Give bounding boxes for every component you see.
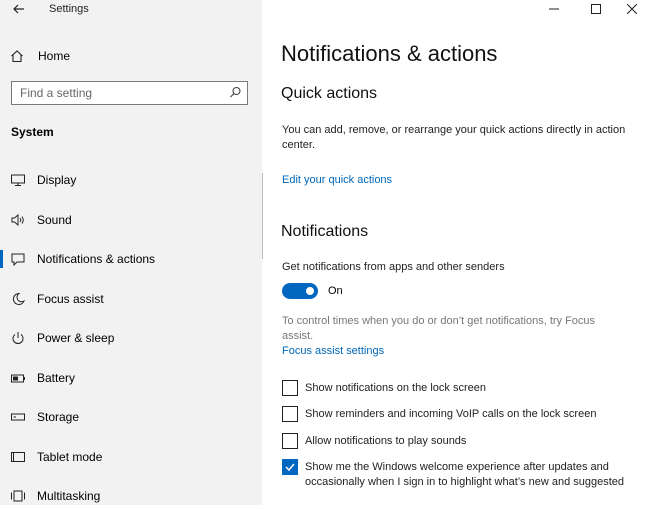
maximize-icon bbox=[591, 4, 601, 14]
close-button[interactable] bbox=[614, 0, 650, 18]
tablet-icon bbox=[11, 452, 25, 462]
scrollbar[interactable] bbox=[262, 173, 263, 259]
sidebar-item-battery[interactable]: Battery bbox=[0, 365, 262, 391]
battery-icon bbox=[11, 374, 25, 383]
page-title: Notifications & actions bbox=[281, 41, 498, 66]
sidebar-item-power-sleep[interactable]: Power & sleep bbox=[0, 325, 262, 351]
sidebar-item-label: Display bbox=[37, 173, 77, 187]
sound-icon bbox=[11, 213, 24, 227]
checkbox-label: Allow notifications to play sounds bbox=[305, 435, 467, 447]
main-content: Notifications & actions Quick actions Yo… bbox=[262, 0, 650, 505]
toggle-state-label: On bbox=[328, 285, 343, 297]
checkbox[interactable] bbox=[282, 459, 298, 475]
sidebar-item-label: Multitasking bbox=[37, 489, 101, 503]
focus-assist-hint: To control times when you do or don’t ge… bbox=[282, 315, 596, 342]
back-button[interactable] bbox=[10, 0, 30, 18]
checkmark-icon bbox=[285, 463, 295, 472]
checkbox[interactable] bbox=[282, 406, 298, 422]
search-icon[interactable] bbox=[229, 86, 242, 99]
sidebar: Settings Home System Display Sound Not bbox=[0, 0, 262, 505]
home-icon bbox=[11, 50, 23, 63]
notifications-toggle-label: Get notifications from apps and other se… bbox=[282, 261, 505, 273]
sidebar-item-label: Storage bbox=[37, 410, 80, 424]
sidebar-item-label: Tablet mode bbox=[37, 450, 103, 464]
search-input[interactable] bbox=[20, 85, 220, 100]
quick-actions-description: You can add, remove, or rearrange your q… bbox=[282, 124, 626, 151]
focus-assist-settings-link[interactable]: Focus assist settings bbox=[282, 345, 384, 357]
sidebar-item-label: Notifications & actions bbox=[37, 252, 156, 266]
checkbox-label: Show reminders and incoming VoIP calls o… bbox=[305, 408, 597, 420]
close-icon bbox=[627, 4, 637, 14]
toggle-knob bbox=[306, 287, 314, 295]
sidebar-item-sound[interactable]: Sound bbox=[0, 207, 262, 233]
display-icon bbox=[11, 174, 25, 186]
storage-icon bbox=[11, 413, 25, 421]
maximize-button[interactable] bbox=[578, 0, 614, 18]
sidebar-item-notifications[interactable]: Notifications & actions bbox=[0, 246, 262, 272]
notifications-heading: Notifications bbox=[281, 223, 369, 240]
home-label: Home bbox=[38, 49, 71, 63]
multitasking-icon bbox=[11, 490, 25, 502]
search-box[interactable] bbox=[11, 81, 248, 105]
moon-icon bbox=[12, 292, 26, 305]
arrow-left-icon bbox=[13, 4, 24, 14]
sidebar-item-display[interactable]: Display bbox=[0, 167, 262, 193]
sidebar-item-label: Focus assist bbox=[37, 292, 104, 306]
notifications-toggle[interactable] bbox=[282, 283, 318, 299]
checkbox[interactable] bbox=[282, 433, 298, 449]
quick-actions-heading: Quick actions bbox=[281, 85, 378, 102]
sidebar-item-label: Sound bbox=[37, 213, 72, 227]
checkbox[interactable] bbox=[282, 380, 298, 396]
sidebar-item-storage[interactable]: Storage bbox=[0, 404, 262, 430]
home-button[interactable]: Home bbox=[10, 46, 70, 66]
sidebar-item-tablet-mode[interactable]: Tablet mode bbox=[0, 444, 262, 470]
sidebar-item-focus-assist[interactable]: Focus assist bbox=[0, 286, 262, 312]
minimize-button[interactable] bbox=[536, 0, 572, 18]
sidebar-item-label: Battery bbox=[37, 371, 76, 385]
minimize-icon bbox=[549, 8, 559, 10]
power-icon bbox=[12, 332, 24, 344]
edit-quick-actions-link[interactable]: Edit your quick actions bbox=[282, 174, 392, 186]
checkbox-label: Show me the Windows welcome experience a… bbox=[305, 461, 624, 488]
notifications-icon bbox=[11, 253, 25, 266]
sidebar-item-multitasking[interactable]: Multitasking bbox=[0, 483, 262, 509]
section-title: System bbox=[11, 125, 54, 139]
app-title: Settings bbox=[49, 3, 89, 15]
sidebar-item-label: Power & sleep bbox=[37, 331, 115, 345]
checkbox-label: Show notifications on the lock screen bbox=[305, 382, 486, 394]
